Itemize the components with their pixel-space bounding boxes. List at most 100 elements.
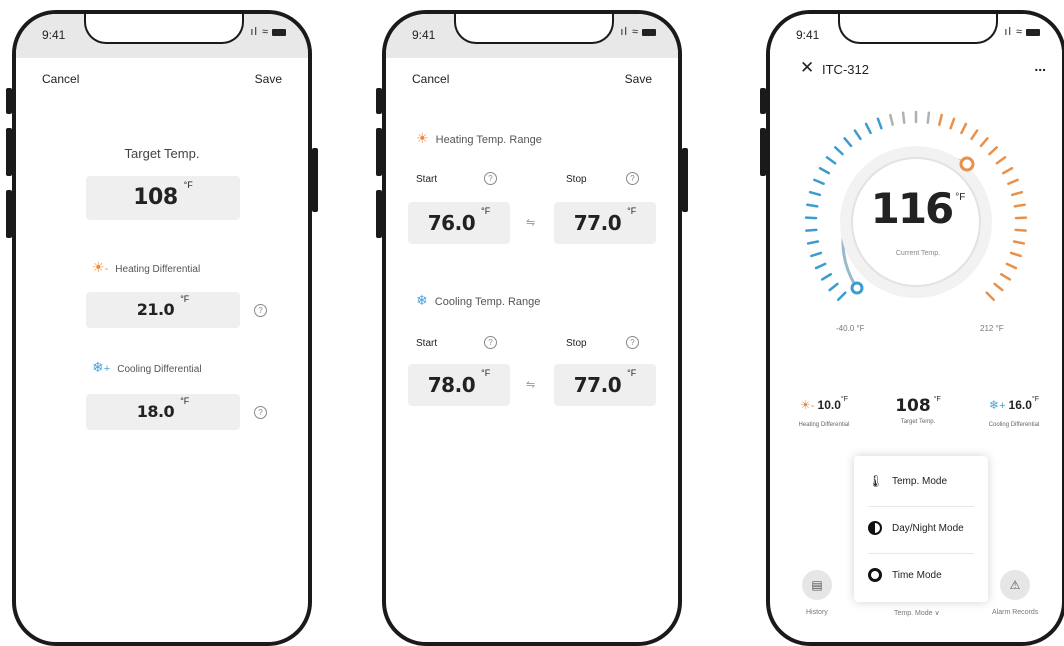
heating-help-icon[interactable]: ? <box>254 304 267 317</box>
signal-wifi-battery-icons: ıl ≈ <box>620 26 656 38</box>
phone-differential-settings: 9:41 ıl ≈ Cancel Save Target Temp. 108 °F… <box>12 10 312 646</box>
dial-tick <box>807 205 817 207</box>
heat-stop-help-icon[interactable]: ? <box>626 172 639 185</box>
menu-item-time-mode[interactable]: Time Mode <box>868 568 942 582</box>
close-icon[interactable]: ✕ <box>800 58 814 78</box>
heat-start-label: Start <box>416 174 437 185</box>
battery-icon <box>642 29 656 36</box>
dial-tick <box>878 119 881 128</box>
dial-tick <box>845 138 851 146</box>
save-button[interactable]: Save <box>255 72 282 86</box>
cooling-differential-field[interactable]: 18.0°F <box>86 394 240 430</box>
cool-start-label: Start <box>416 338 437 349</box>
cancel-button[interactable]: Cancel <box>412 72 449 86</box>
history-label[interactable]: History <box>806 609 828 616</box>
notch <box>838 14 998 44</box>
chevron-down-icon: ∨ <box>934 610 939 617</box>
current-temp-display: 116°F <box>868 184 968 233</box>
phone-temp-range-settings: 9:41 ıl ≈ Cancel Save ☀ Heating Temp. Ra… <box>382 10 682 646</box>
current-temp-value: 116 <box>871 184 953 233</box>
signal-wifi-battery-icons: ıl ≈ <box>250 26 286 38</box>
save-button[interactable]: Save <box>625 72 652 86</box>
history-icon[interactable]: ▤ <box>802 570 832 600</box>
cooling-help-icon[interactable]: ? <box>254 406 267 419</box>
cool-stop-help-icon[interactable]: ? <box>626 336 639 349</box>
heating-differential-field[interactable]: 21.0°F <box>86 292 240 328</box>
snowflake-icon: ❄ <box>416 292 428 308</box>
target-temp-field[interactable]: 108 °F <box>86 176 240 220</box>
battery-icon <box>1026 29 1040 36</box>
status-bar: 9:41 ıl ≈ <box>386 14 678 58</box>
menu-divider <box>868 553 974 554</box>
unit-label: °F <box>184 180 193 190</box>
dial-tick <box>1011 253 1021 256</box>
target-temp-stat[interactable]: 108°F Target Temp. <box>878 396 958 425</box>
dial-tick <box>855 131 861 139</box>
dial-tick <box>972 131 978 139</box>
dial-min-label: -40.0 °F <box>836 324 865 333</box>
dial-tick <box>890 115 892 125</box>
dial-tick <box>1012 192 1022 195</box>
dial-tick <box>939 115 941 125</box>
heating-differential-label: ☀- Heating Differential <box>92 259 200 276</box>
dial-tick <box>811 253 821 256</box>
current-temp-label: Current Temp. <box>868 250 968 257</box>
cool-stop-label: Stop <box>566 338 587 349</box>
half-circle-icon <box>868 521 882 535</box>
dial-tick <box>995 284 1003 290</box>
dial-tick <box>838 293 845 300</box>
dial-tick <box>1014 242 1024 244</box>
heating-range-title: ☀ Heating Temp. Range <box>416 130 542 147</box>
phone1-power <box>312 148 318 212</box>
cooling-differential-value: 18.0 <box>137 402 174 421</box>
clock-icon <box>868 568 882 582</box>
dial-tick <box>830 284 838 290</box>
status-time: 9:41 <box>42 28 65 42</box>
cool-start-help-icon[interactable]: ? <box>484 336 497 349</box>
heat-stop-label: Stop <box>566 174 587 185</box>
dial-tick <box>827 157 835 163</box>
target-temp-label: Target Temp. <box>16 146 308 161</box>
status-bar: 9:41 ıl ≈ <box>16 14 308 58</box>
heat-start-field[interactable]: 76.0°F <box>408 202 510 244</box>
dial-tick <box>1008 180 1017 184</box>
cool-start-field[interactable]: 78.0°F <box>408 364 510 406</box>
swap-icon: ⇋ <box>526 378 535 391</box>
status-time: 9:41 <box>412 28 435 42</box>
menu-item-day-night-mode[interactable]: Day/Night Mode <box>868 521 964 535</box>
phone-dashboard: 9:41 ıl ≈ ✕ ITC-312 ... 116°F Current Te… <box>766 10 1064 646</box>
dial-tick <box>987 293 994 300</box>
dial-tick <box>806 230 816 231</box>
cooling-range-title: ❄ Cooling Temp. Range <box>416 292 540 309</box>
heat-stop-field[interactable]: 77.0°F <box>554 202 656 244</box>
heating-differential-stat[interactable]: ☀- 10.0°F Heating Differential <box>784 396 864 428</box>
dial-tick <box>835 147 842 154</box>
target-temp-value: 108 <box>133 185 177 210</box>
dial-tick <box>989 147 996 154</box>
notch <box>454 14 614 44</box>
dial-tick <box>822 274 831 279</box>
swap-icon: ⇋ <box>526 216 535 229</box>
dial-tick <box>903 113 904 123</box>
cooling-differential-stat[interactable]: ❄+ 16.0°F Cooling Differential <box>972 396 1056 428</box>
signal-wifi-battery-icons: ıl ≈ <box>1004 26 1040 38</box>
cancel-button[interactable]: Cancel <box>42 72 79 86</box>
dial-tick <box>866 124 871 133</box>
dial-min-handle[interactable] <box>852 283 862 293</box>
heating-differential-value: 21.0 <box>137 300 174 319</box>
sun-icon: ☀ <box>92 259 105 275</box>
heat-start-help-icon[interactable]: ? <box>484 172 497 185</box>
current-temp-unit: °F <box>955 192 965 203</box>
menu-item-temp-mode[interactable]: 🌡 Temp. Mode <box>868 474 947 488</box>
cool-stop-field[interactable]: 77.0°F <box>554 364 656 406</box>
temp-mode-tab[interactable]: Temp. Mode ∨ <box>894 609 940 617</box>
dial-tick <box>810 192 820 195</box>
dial-tick <box>981 138 987 146</box>
dial-target-handle[interactable] <box>961 158 973 170</box>
more-menu-button[interactable]: ... <box>1034 58 1046 74</box>
cooling-differential-label: ❄+ Cooling Differential <box>92 359 202 376</box>
alarm-icon[interactable]: ⚠ <box>1000 570 1030 600</box>
sun-icon: ☀ <box>800 398 811 412</box>
alarm-records-label[interactable]: Alarm Records <box>992 609 1038 616</box>
phone2-power <box>682 148 688 212</box>
